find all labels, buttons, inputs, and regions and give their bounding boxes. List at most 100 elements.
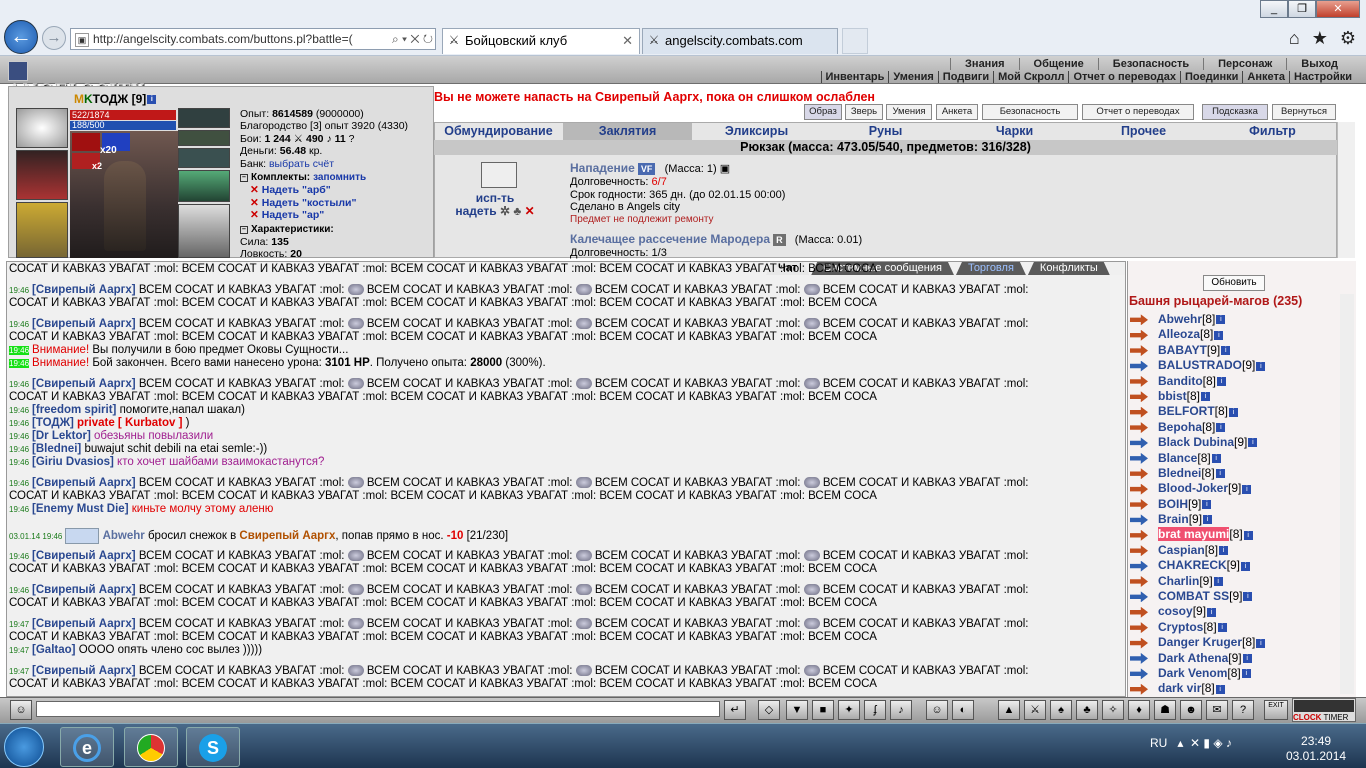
security-button[interactable]: Безопасность xyxy=(982,104,1078,120)
info-icon[interactable]: i xyxy=(1211,453,1221,463)
private-message-arrow-icon[interactable] xyxy=(1130,622,1148,634)
ring-slots[interactable] xyxy=(178,130,230,146)
private-message-arrow-icon[interactable] xyxy=(1130,452,1148,464)
submenu-fights[interactable]: Поединки xyxy=(1179,71,1242,83)
user-nick[interactable]: Danger Kruger xyxy=(1158,635,1242,649)
chat-nick[interactable]: [Свирепый Ааргх] xyxy=(32,284,136,296)
bag-icon[interactable]: ♠ xyxy=(1050,700,1072,720)
online-user[interactable]: Charlin[9] i xyxy=(1130,574,1265,589)
chat-color-icon[interactable]: ◐ xyxy=(952,700,974,720)
user-nick[interactable]: Brain xyxy=(1158,512,1189,526)
info-icon[interactable]: i xyxy=(1221,346,1231,356)
info-icon[interactable]: i xyxy=(1201,392,1211,402)
language-indicator[interactable]: RU xyxy=(1150,736,1167,750)
menu-security[interactable]: Безопасность xyxy=(1097,58,1203,70)
online-user[interactable]: cosoy[9] i xyxy=(1130,604,1265,619)
kit-item[interactable]: ✕ Надеть "ар" xyxy=(240,209,435,221)
friends-icon[interactable]: ☻ xyxy=(1180,700,1202,720)
user-nick[interactable]: Abwehr xyxy=(1158,312,1202,326)
quests-icon[interactable]: ♦ xyxy=(1128,700,1150,720)
submenu-settings[interactable]: Настройки xyxy=(1288,71,1356,83)
skills-button[interactable]: Умения xyxy=(886,104,932,120)
mail-icon[interactable]: ✉ xyxy=(1206,700,1228,720)
private-message-arrow-icon[interactable] xyxy=(1130,529,1148,541)
private-message-arrow-icon[interactable] xyxy=(1130,499,1148,511)
private-message-arrow-icon[interactable] xyxy=(1130,360,1148,372)
sound-icon[interactable]: ♪ xyxy=(890,700,912,720)
weapon-slot[interactable] xyxy=(16,202,68,258)
user-nick[interactable]: Dark Venom xyxy=(1158,666,1227,680)
pet-button[interactable]: Зверь xyxy=(845,104,883,120)
exit-icon[interactable]: EXIT xyxy=(1264,700,1288,720)
delete-icon[interactable]: ✕ xyxy=(525,204,535,218)
delete-icon[interactable]: ✕ xyxy=(250,197,259,209)
lock-icon[interactable]: ▲ xyxy=(998,700,1020,720)
fighter-icon[interactable]: ✦ xyxy=(838,700,860,720)
submenu-feats[interactable]: Подвиги xyxy=(937,71,993,83)
tab-angelscity[interactable]: ⚔ angelscity.combats.com xyxy=(642,28,838,54)
online-user[interactable]: COMBAT SS[9] i xyxy=(1130,589,1265,604)
online-user[interactable]: Brain[9] i xyxy=(1130,512,1265,527)
search-icon[interactable]: ⌕ ▾ ✕ ↻ xyxy=(392,29,433,49)
collapse-icon[interactable]: – xyxy=(240,225,248,234)
start-button[interactable] xyxy=(4,727,44,767)
info-icon[interactable]: i xyxy=(1256,638,1266,648)
online-user[interactable]: Bepoha[8] i xyxy=(1130,420,1265,435)
gloves-slot[interactable] xyxy=(178,170,230,202)
info-icon[interactable]: i xyxy=(1217,376,1227,386)
help-icon[interactable]: ? xyxy=(1232,700,1254,720)
user-nick[interactable]: Bandito xyxy=(1158,374,1203,388)
user-nick[interactable]: Bepoha xyxy=(1158,420,1202,434)
info-icon[interactable]: i xyxy=(1214,330,1224,340)
online-user[interactable]: BELFORT[8] i xyxy=(1130,404,1265,419)
send-icon[interactable]: ↵ xyxy=(724,700,746,720)
smiles-icon[interactable]: ☺ xyxy=(926,700,948,720)
hint-button[interactable]: Подсказка xyxy=(1202,104,1268,120)
address-bar[interactable]: ▣ http://angelscity.combats.com/buttons.p… xyxy=(70,28,436,50)
private-message-arrow-icon[interactable] xyxy=(1130,345,1148,357)
spell-icon[interactable] xyxy=(72,133,100,151)
chat-nick[interactable]: [Свирепый Ааргх] xyxy=(32,665,136,677)
online-user[interactable]: Blance[8] i xyxy=(1130,451,1265,466)
tab-other[interactable]: Прочее xyxy=(1079,123,1208,140)
kit-item[interactable]: ✕ Надеть "арб" xyxy=(240,184,435,196)
item-name[interactable]: Нападение xyxy=(570,161,635,175)
inventory-scrollbar[interactable] xyxy=(1337,122,1355,258)
delete-icon[interactable]: ✕ xyxy=(250,184,259,196)
online-user[interactable]: Blednei[8] i xyxy=(1130,466,1265,481)
info-icon[interactable]: i xyxy=(1241,669,1251,679)
delete-icon[interactable]: ✕ xyxy=(250,209,259,221)
info-icon[interactable]: i xyxy=(1216,315,1226,325)
submenu-inventory[interactable]: Инвентарь xyxy=(820,71,889,83)
private-message-arrow-icon[interactable] xyxy=(1130,422,1148,434)
user-nick[interactable]: Charlin xyxy=(1158,574,1199,588)
close-window-button[interactable]: ✕ xyxy=(1316,0,1360,18)
private-message-arrow-icon[interactable] xyxy=(1130,375,1148,387)
online-user[interactable]: Blood-Joker[9] i xyxy=(1130,481,1265,496)
online-user[interactable]: Bandito[8] i xyxy=(1130,374,1265,389)
submenu-profile[interactable]: Анкета xyxy=(1242,71,1289,83)
user-nick[interactable]: COMBAT SS xyxy=(1158,589,1229,603)
online-user[interactable]: BOIH[9] i xyxy=(1130,497,1265,512)
kits-header[interactable]: – Комплекты: запомнить xyxy=(240,172,435,184)
user-nick[interactable]: BABAYT xyxy=(1158,343,1207,357)
translit-icon[interactable]: ʄ xyxy=(864,700,886,720)
info-icon[interactable]: i xyxy=(1203,515,1213,525)
info-icon[interactable]: i xyxy=(1229,407,1239,417)
private-message-arrow-icon[interactable] xyxy=(1130,329,1148,341)
bank-select-link[interactable]: выбрать счёт xyxy=(269,158,334,170)
user-nick[interactable]: dark vir xyxy=(1158,681,1201,695)
private-message-arrow-icon[interactable] xyxy=(1130,606,1148,618)
info-icon[interactable]: i xyxy=(1213,576,1223,586)
tab-equipment[interactable]: Обмундирование xyxy=(434,123,563,140)
clock-timer[interactable]: CLOCK TIMER xyxy=(1292,698,1356,722)
return-button[interactable]: Вернуться xyxy=(1272,104,1336,120)
tab-fight-club[interactable]: ⚔ Бойцовский клуб ✕ xyxy=(442,28,640,54)
chat-nick[interactable]: [Свирепый Ааргх] xyxy=(32,477,136,489)
filter-icon[interactable]: ▼ xyxy=(786,700,808,720)
private-message-arrow-icon[interactable] xyxy=(1130,637,1148,649)
kit-item[interactable]: ✕ Надеть "костыли" xyxy=(240,197,435,209)
user-nick[interactable]: CHAKRECK xyxy=(1158,558,1227,572)
profile-button[interactable]: Анкета xyxy=(936,104,978,120)
chat-nick[interactable]: [Свирепый Ааргх] xyxy=(32,618,136,630)
